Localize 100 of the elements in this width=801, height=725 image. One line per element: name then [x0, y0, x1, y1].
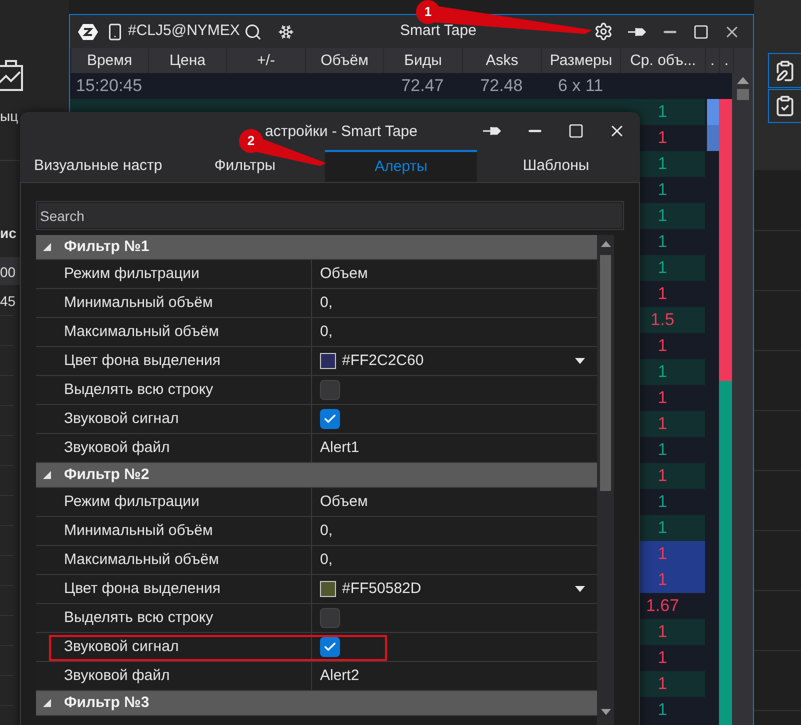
property-name: Выделять всю строку	[64, 380, 214, 400]
property-name: Цвет фона выделения	[64, 350, 220, 371]
average-volume-cell: 1	[658, 518, 668, 537]
scroll-up-icon[interactable]	[736, 77, 749, 84]
average-volume-cell: 1	[658, 414, 668, 433]
snowflake-icon[interactable]	[278, 24, 294, 40]
scroll-thumb[interactable]	[736, 89, 749, 100]
search-field[interactable]: Search	[38, 203, 622, 228]
scroll-up-icon[interactable]	[600, 241, 610, 247]
pin-icon[interactable]	[482, 126, 502, 136]
property-name: Выделять всю строку	[64, 608, 214, 628]
average-volume-cell: 1	[658, 440, 668, 459]
average-volume-cell: 1	[658, 674, 668, 693]
collapse-arrow-icon[interactable]	[43, 243, 51, 251]
window-title: Smart Tape	[400, 21, 476, 42]
average-volume-cell: 1	[658, 336, 668, 355]
property-value[interactable]: 0,	[320, 520, 333, 542]
property-value[interactable]: 0,	[320, 292, 333, 314]
maximize-icon[interactable]	[568, 123, 584, 139]
maximize-icon[interactable]	[693, 24, 709, 40]
dialog-title: астройки - Smart Tape	[265, 122, 418, 142]
property-name: Минимальный объём	[64, 292, 213, 313]
property-name: Минимальный объём	[64, 520, 213, 541]
property-name: Звуковой файл	[64, 666, 170, 686]
property-value[interactable]: Объем	[320, 490, 368, 514]
average-volume-cell: 1	[658, 362, 668, 381]
average-volume-cell: 1	[658, 284, 668, 303]
average-volume-cell: 1	[658, 622, 668, 641]
clipboard-edit-button[interactable]	[768, 53, 801, 88]
property-value[interactable]: #FF2C2C60	[342, 350, 424, 372]
collapse-arrow-icon[interactable]	[43, 699, 51, 707]
tab[interactable]: Фильтры	[165, 150, 325, 182]
collapse-arrow-icon[interactable]	[43, 471, 51, 479]
property-name: Максимальный объём	[64, 322, 219, 342]
clipboard-check-icon	[774, 95, 796, 117]
property-name: Максимальный объём	[64, 550, 219, 570]
quote-cell: 15:20:45	[76, 76, 142, 95]
average-volume-cell: 1.67	[646, 596, 680, 615]
clipboard-pen-icon	[774, 60, 796, 82]
search-icon[interactable]	[244, 22, 262, 40]
average-volume-cell: 1	[658, 232, 668, 251]
tab[interactable]: Визуальные настр	[20, 150, 165, 182]
group-title: Фильтр №2	[64, 464, 150, 485]
group-title: Фильтр №1	[64, 236, 150, 257]
property-value[interactable]: Alert2	[320, 664, 360, 688]
check-icon	[323, 412, 337, 426]
quote-cell: 72.47	[401, 76, 444, 95]
column-header: ис	[0, 224, 16, 243]
average-volume-cell: 1	[658, 570, 668, 589]
scrollbar[interactable]	[597, 235, 614, 725]
panel-label: ыц	[0, 107, 18, 126]
property-name: Режим фильтрации	[64, 492, 200, 512]
average-volume-cell: 1	[658, 206, 668, 225]
phone-icon[interactable]	[106, 22, 124, 40]
scroll-thumb[interactable]	[600, 255, 611, 491]
property-name: Звуковой сигнал	[64, 408, 179, 429]
average-volume-cell: 1	[658, 492, 668, 511]
quote-cell: 6 x 11	[558, 76, 604, 95]
average-volume-cell: 1	[658, 700, 668, 719]
property-value[interactable]: Объем	[320, 262, 368, 286]
checkbox[interactable]	[320, 409, 340, 429]
checkbox[interactable]	[320, 380, 340, 400]
checkbox[interactable]	[320, 608, 340, 628]
check-icon	[323, 640, 337, 654]
property-name: Режим фильтрации	[64, 264, 200, 284]
average-volume-cell: 1	[658, 102, 668, 121]
average-volume-cell: 1	[658, 180, 668, 199]
briefcase-chart-icon[interactable]	[0, 60, 24, 94]
logo-icon	[78, 22, 98, 42]
average-volume-cell: 1	[658, 258, 668, 277]
scrollbar[interactable]	[732, 73, 753, 725]
property-name: Цвет фона выделения	[64, 578, 220, 599]
tab[interactable]: Алерты	[325, 150, 477, 182]
average-volume-cell: 1.5	[650, 310, 674, 329]
quote-cell: 72.48	[480, 76, 523, 95]
property-value[interactable]: #FF50582D	[342, 578, 422, 600]
color-swatch[interactable]	[320, 581, 336, 597]
property-value[interactable]: 0,	[320, 320, 333, 344]
checkbox[interactable]	[320, 637, 340, 657]
tab[interactable]: Шаблоны	[477, 150, 635, 182]
table-cell-text: 00	[0, 263, 16, 282]
color-swatch[interactable]	[320, 353, 336, 369]
table-cell-text: 45	[0, 292, 16, 311]
property-name: Звуковой файл	[64, 438, 170, 458]
column-header[interactable]: .	[706, 48, 720, 73]
average-volume-cell: 1	[658, 544, 668, 563]
settings-icon[interactable]	[594, 22, 613, 41]
average-volume-cell: 1	[658, 154, 668, 173]
scroll-down-icon[interactable]	[600, 709, 610, 715]
property-value[interactable]: Alert1	[320, 436, 360, 460]
instrument-label[interactable]: #CLJ5@NYMEX	[128, 20, 240, 43]
average-volume-cell: 1	[658, 648, 668, 667]
property-name: Звуковой сигнал	[64, 636, 179, 657]
pin-icon[interactable]	[627, 26, 647, 36]
property-value[interactable]: 0,	[320, 548, 333, 572]
average-volume-cell: 1	[658, 388, 668, 407]
step-badge: 1	[416, 0, 440, 24]
average-volume-cell: 1	[658, 128, 668, 147]
clipboard-check-button[interactable]	[768, 89, 801, 123]
average-volume-cell: 1	[658, 466, 668, 485]
